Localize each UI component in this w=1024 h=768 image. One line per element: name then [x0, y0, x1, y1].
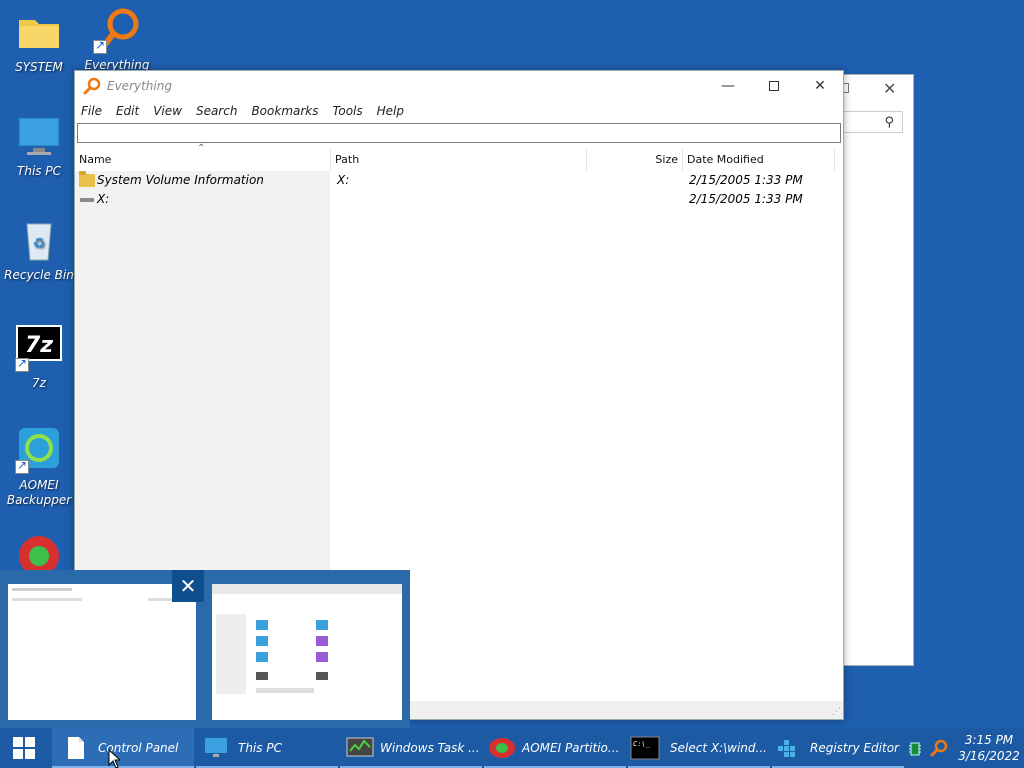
close-thumbnail-button[interactable]: ✕	[172, 570, 204, 602]
clock[interactable]: 3:15 PM 3/16/2022	[954, 732, 1024, 764]
row-date: 2/15/2005 1:33 PM	[689, 192, 803, 206]
desktop-icon-everything[interactable]: Everything	[79, 6, 155, 73]
column-path[interactable]: Path	[331, 149, 587, 171]
column-date-modified[interactable]: Date Modified	[683, 149, 835, 171]
menu-view[interactable]: View	[153, 104, 182, 118]
task-manager-icon	[346, 736, 374, 760]
thumbnail-control-panel[interactable]	[8, 584, 196, 720]
desktop-icon-label: Recycle Bin	[4, 268, 74, 282]
everything-tray-icon[interactable]	[930, 739, 948, 757]
column-name[interactable]: Name	[75, 149, 331, 171]
column-header: ⌃ Name Path Size Date Modified	[75, 143, 843, 171]
menu-edit[interactable]: Edit	[116, 104, 139, 118]
taskbar-item-cmd[interactable]: C:\_ Select X:\wind...	[628, 728, 770, 768]
registry-icon	[776, 736, 800, 760]
minimize-button[interactable]: —	[705, 71, 751, 101]
close-icon: ✕	[814, 78, 826, 94]
7z-icon: 7z	[15, 324, 63, 372]
taskbar-item-task-manager[interactable]: Windows Task ...	[340, 728, 482, 768]
taskbar-item-label: Windows Task ...	[380, 741, 480, 755]
cmd-icon: C:\_	[630, 736, 660, 760]
close-button[interactable]: ✕	[797, 71, 843, 101]
window-title: Everything	[107, 79, 172, 93]
recycle-bin-icon: ♻	[15, 216, 63, 264]
search-input[interactable]	[77, 123, 841, 143]
svg-text:♻: ♻	[33, 236, 46, 252]
memory-chip-icon[interactable]	[908, 741, 922, 756]
resize-grip-icon[interactable]: ⋰	[832, 707, 841, 717]
desktop-icon-7z[interactable]: 7z 7z	[1, 324, 77, 391]
title-bar[interactable]: Everything — ✕	[75, 71, 843, 101]
desktop-icon-label: AOMEI Backupper	[6, 478, 72, 507]
desktop-icon-system[interactable]: SYSTEM	[1, 8, 77, 75]
clock-time: 3:15 PM	[964, 733, 1014, 747]
desktop-icon-label: This PC	[17, 164, 61, 178]
taskbar-item-this-pc[interactable]: This PC	[196, 728, 338, 768]
menu-bookmarks[interactable]: Bookmarks	[251, 104, 318, 118]
table-row[interactable]: System Volume Information X: 2/15/2005 1…	[75, 171, 843, 190]
menu-tools[interactable]: Tools	[333, 104, 363, 118]
desktop-icon-recycle-bin[interactable]: ♻ Recycle Bin	[1, 216, 77, 283]
thumbnail-this-pc[interactable]	[212, 584, 402, 720]
row-date: 2/15/2005 1:33 PM	[689, 173, 803, 187]
menu-search[interactable]: Search	[196, 104, 238, 118]
drive-icon	[79, 193, 95, 206]
aomei-partition-icon	[488, 736, 515, 760]
taskbar-item-label: AOMEI Partitio...	[522, 741, 620, 755]
taskbar-item-registry-editor[interactable]: Registry Editor	[772, 728, 904, 768]
taskbar-item-aomei-partition[interactable]: AOMEI Partitio...	[484, 728, 626, 768]
menu-file[interactable]: File	[81, 104, 102, 118]
folder-icon	[79, 171, 95, 187]
windows-logo-icon	[13, 737, 35, 759]
start-button[interactable]	[0, 728, 48, 768]
monitor-icon	[15, 112, 63, 160]
desktop-icon-label: 7z	[32, 376, 46, 390]
svg-text:7z: 7z	[25, 333, 53, 358]
row-name: System Volume Information	[97, 173, 264, 187]
search-icon: ⚲	[884, 115, 894, 130]
close-icon[interactable]: ✕	[883, 79, 896, 98]
system-tray: 3:15 PM 3/16/2022	[908, 728, 1024, 768]
maximize-icon	[769, 81, 779, 91]
desktop-icon-this-pc[interactable]: This PC	[1, 112, 77, 179]
close-icon: ✕	[179, 574, 197, 598]
minimize-icon: —	[721, 78, 735, 94]
taskbar-item-label: Registry Editor	[810, 741, 899, 755]
shortcut-arrow-icon	[93, 38, 107, 54]
shortcut-arrow-icon	[15, 356, 29, 372]
document-icon	[64, 736, 88, 760]
mouse-cursor-icon	[108, 749, 120, 768]
folder-icon	[15, 8, 63, 56]
monitor-icon	[204, 736, 228, 760]
taskbar-item-label: Select X:\wind...	[670, 741, 767, 755]
table-row[interactable]: X: 2/15/2005 1:33 PM	[75, 190, 843, 209]
taskbar-item-control-panel[interactable]: Control Panel	[52, 728, 194, 768]
shortcut-arrow-icon	[15, 458, 29, 474]
search-box[interactable]: ⚲	[841, 111, 903, 133]
aomei-backupper-icon	[15, 426, 63, 474]
menu-help[interactable]: Help	[377, 104, 404, 118]
taskbar-thumbnail-preview: ✕	[0, 570, 410, 728]
maximize-button[interactable]	[751, 71, 797, 101]
desktop-icon-aomei-backupper[interactable]: AOMEI Backupper	[1, 426, 77, 508]
taskbar-item-label: This PC	[238, 741, 282, 755]
clock-date: 3/16/2022	[958, 749, 1020, 763]
column-size[interactable]: Size	[587, 149, 683, 171]
everything-app-icon	[83, 77, 101, 95]
desktop-icon-label: SYSTEM	[15, 60, 63, 74]
row-name: X:	[97, 192, 110, 206]
svg-text:C:\_: C:\_	[633, 740, 651, 748]
everything-icon	[93, 6, 141, 54]
menu-bar: File Edit View Search Bookmarks Tools He…	[75, 101, 843, 121]
taskbar: Control Panel This PC Windows Task ... A…	[0, 728, 1024, 768]
row-path: X:	[337, 173, 350, 187]
